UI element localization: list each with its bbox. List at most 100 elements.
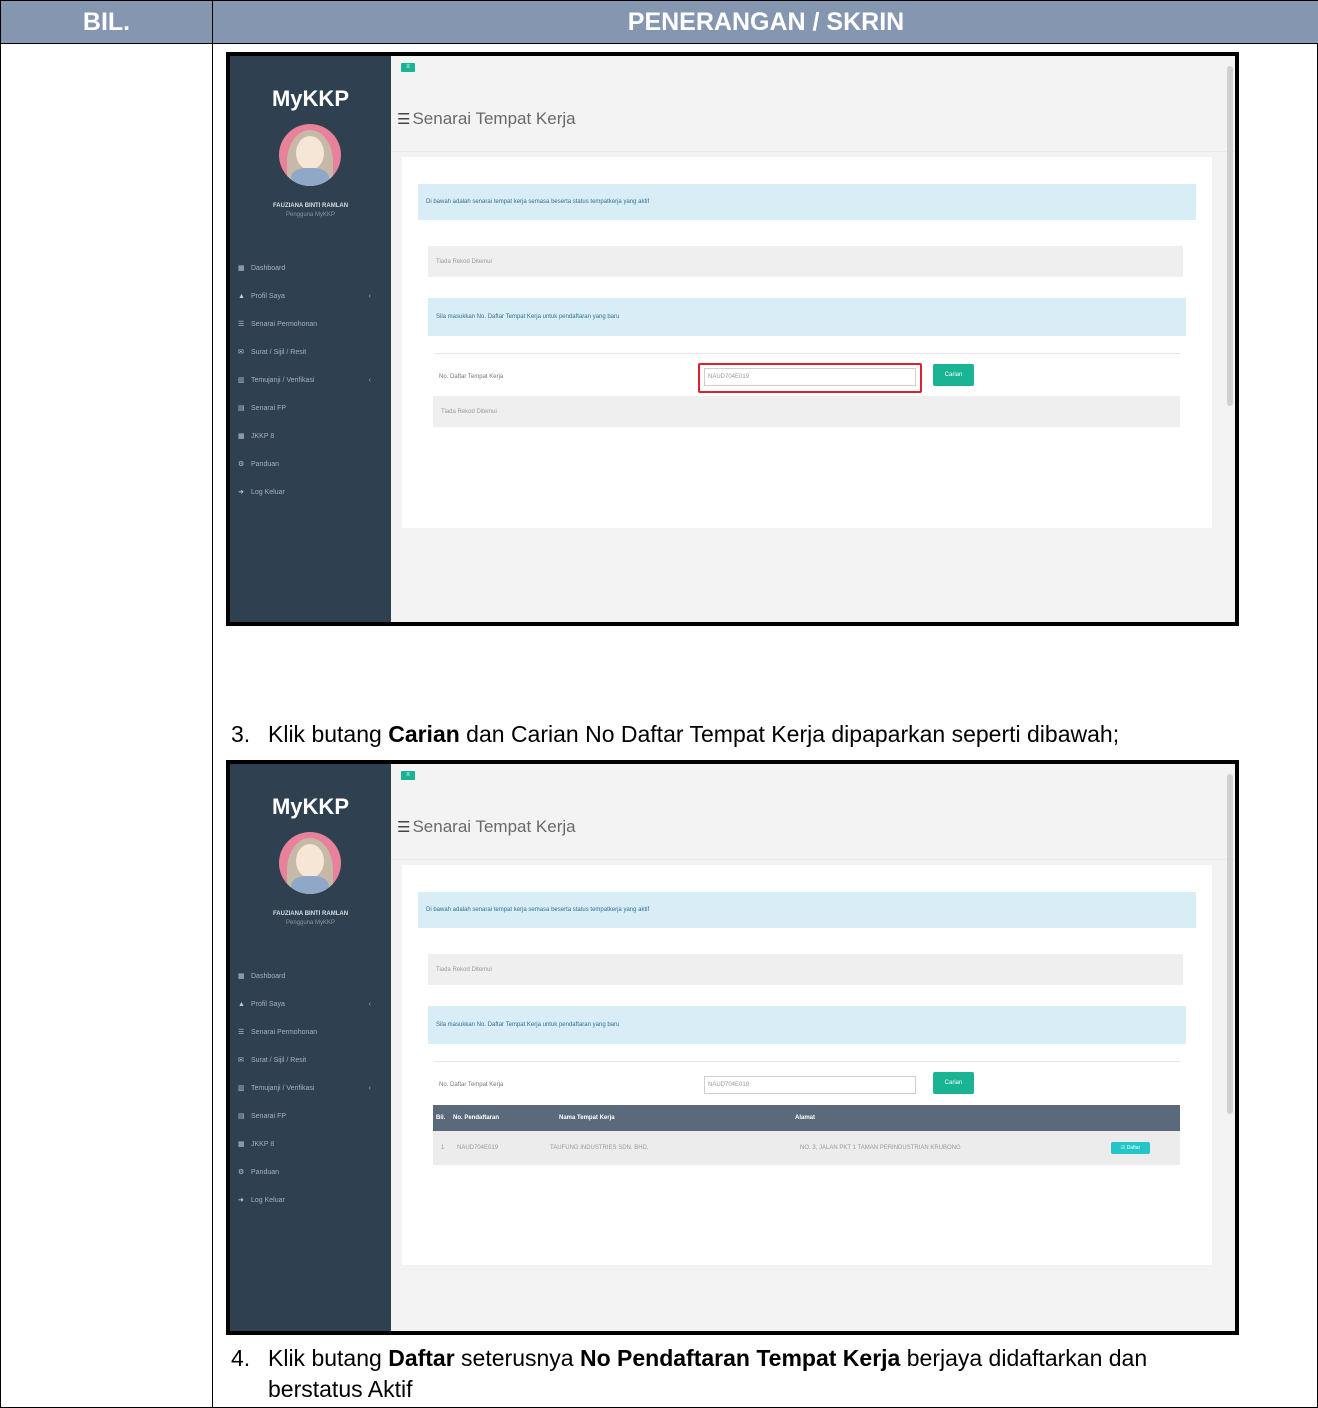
sidebar-item-jkkp8[interactable]: ▦ JKKP 8 <box>230 422 391 450</box>
sidebar-item-fp[interactable]: ▤ Senarai FP <box>230 394 391 422</box>
sidebar-item-label: Panduan <box>251 1168 280 1176</box>
scrollbar[interactable] <box>1227 66 1233 406</box>
sidebar-item-label: Senarai FP <box>251 404 287 412</box>
avatar <box>279 832 341 894</box>
sidebar-item-dashboard[interactable]: ▦ Dashboard <box>230 962 391 990</box>
list-icon: ☰ <box>397 111 411 128</box>
sidebar-item-label: JKKP 8 <box>251 432 275 440</box>
sidebar-item-panduan[interactable]: ⚙ Panduan <box>230 1158 391 1186</box>
daftar-button[interactable]: ☑ Daftar <box>1111 1142 1150 1154</box>
sidebar-item-surat[interactable]: ✉ Surat / Sijil / Resit <box>230 338 391 366</box>
screenshot-search-form: MyKKP FAUZIANA BINTI RAMLAN Pengguna MyK… <box>226 52 1239 626</box>
envelope-icon: ✉ <box>238 349 244 356</box>
cell-alamat: NO. 3, JALAN PKT 1 TAMAN PERINDUSTRIAN K… <box>800 1145 961 1151</box>
column-header-bil: BIL. <box>1 1 213 44</box>
list-icon: ☰ <box>238 1029 245 1036</box>
sidebar-item-permohonan[interactable]: ☰ Senarai Permohonan <box>230 310 391 338</box>
sidebar-item-label: Surat / Sijil / Resit <box>251 1056 307 1064</box>
gear-icon: ⚙ <box>238 1169 245 1176</box>
sidebar-item-panduan[interactable]: ⚙ Panduan <box>230 450 391 478</box>
chevron-left-icon: ‹ <box>368 376 371 384</box>
sidebar-item-label: JKKP 8 <box>251 1140 275 1148</box>
calendar-icon: ▥ <box>238 377 245 384</box>
form-label: No. Daftar Tempat Kerja <box>439 1082 504 1088</box>
sidebar-item-dashboard[interactable]: ▦ Dashboard <box>230 254 391 282</box>
user-role: Pengguna MyKKP <box>285 212 336 218</box>
form-label: No. Daftar Tempat Kerja <box>439 374 504 380</box>
sidebar-item-label: Log Keluar <box>251 488 285 496</box>
sidebar-item-profil[interactable]: ▲ Profil Saya ‹ <box>230 282 391 310</box>
chevron-left-icon: ‹ <box>368 1000 371 1008</box>
sidebar-item-label: Senarai Permohonan <box>251 1028 318 1036</box>
sidebar-item-label: Dashboard <box>251 264 286 272</box>
sidebar-item-permohonan[interactable]: ☰ Senarai Permohonan <box>230 1018 391 1046</box>
table-header-bil: Bil. <box>436 1115 446 1121</box>
page-title: ☰ Senarai Tempat Kerja <box>397 817 576 836</box>
document-icon: ▤ <box>238 405 245 412</box>
sidebar-item-temujanji[interactable]: ▥ Temujanji / Verifikasi ‹ <box>230 1074 391 1102</box>
content-panel: Di bawah adalah senarai tempat kerja sem… <box>402 865 1212 1265</box>
sidebar-item-logout[interactable]: ➜ Log Keluar <box>230 478 391 506</box>
sidebar-item-label: Temujanji / Verifikasi <box>251 1084 315 1092</box>
table-icon: ▦ <box>238 433 245 440</box>
document-icon: ▤ <box>238 1113 245 1120</box>
step-3-text: 3. Klik butang Carian dan Carian No Dafta… <box>231 721 1120 747</box>
divider <box>435 1061 1180 1062</box>
title-divider <box>391 151 1235 152</box>
sidebar-item-jkkp8[interactable]: ▦ JKKP 8 <box>230 1130 391 1158</box>
sidebar-menu: ▦ Dashboard ▲ Profil Saya ‹ ☰ Senarai Permoh… <box>230 254 391 506</box>
sidebar-item-label: Senarai Permohonan <box>251 320 318 328</box>
prompt-alert: Sila masukkan No. Daftar Tempat Kerja un… <box>428 298 1186 336</box>
menu-toggle-button[interactable]: ≡ <box>401 63 415 72</box>
page-title: ☰ Senarai Tempat Kerja <box>397 109 576 128</box>
carian-button[interactable]: Carian <box>933 364 974 386</box>
sidebar-item-label: Profil Saya <box>251 1000 285 1008</box>
sidebar-item-fp[interactable]: ▤ Senarai FP <box>230 1102 391 1130</box>
sidebar-menu: ▦ Dashboard ▲ Profil Saya ‹ ☰ Senarai Permoh… <box>230 962 391 1214</box>
screenshot-search-results: MyKKP FAUZIANA BINTI RAMLAN Pengguna MyK… <box>226 760 1239 1335</box>
gear-icon: ⚙ <box>238 461 245 468</box>
info-alert: Di bawah adalah senarai tempat kerja sem… <box>418 892 1196 928</box>
user-name: FAUZIANA BINTI RAMLAN <box>272 203 349 209</box>
empty-records-notice: Tiada Rekod Ditemui <box>428 246 1183 277</box>
user-icon: ▲ <box>238 292 245 300</box>
sidebar: MyKKP FAUZIANA BINTI RAMLAN Pengguna MyK… <box>230 764 391 1331</box>
carian-button[interactable]: Carian <box>933 1072 974 1094</box>
list-icon: ☰ <box>238 321 245 328</box>
dashboard-icon: ▦ <box>238 973 245 980</box>
scrollbar[interactable] <box>1227 774 1233 1114</box>
sidebar-item-label: Log Keluar <box>251 1196 285 1204</box>
sidebar-item-profil[interactable]: ▲ Profil Saya ‹ <box>230 990 391 1018</box>
cell-no: NAUD704E019 <box>457 1145 499 1151</box>
list-icon: ☰ <box>397 819 411 836</box>
step-4-text-continued: berstatus Aktif <box>268 1376 413 1402</box>
table-row: 1 NAUD704E019 TAUFUNG INDUSTRIES SDN. BH… <box>433 1131 1180 1165</box>
column-header-penerangan: PENERANGAN / SKRIN <box>213 1 1318 44</box>
sidebar-item-surat[interactable]: ✉ Surat / Sijil / Resit <box>230 1046 391 1074</box>
sidebar: MyKKP FAUZIANA BINTI RAMLAN Pengguna MyK… <box>230 56 391 622</box>
envelope-icon: ✉ <box>238 1057 244 1064</box>
brand-logo: MyKKP <box>271 794 349 819</box>
info-alert: Di bawah adalah senarai tempat kerja sem… <box>418 184 1196 220</box>
cell-bil: 1 <box>441 1145 445 1151</box>
menu-toggle-button[interactable]: ≡ <box>401 771 415 780</box>
sidebar-item-label: Profil Saya <box>251 292 285 300</box>
sidebar-item-logout[interactable]: ➜ Log Keluar <box>230 1186 391 1214</box>
sidebar-item-label: Surat / Sijil / Resit <box>251 348 307 356</box>
divider <box>435 353 1180 354</box>
chevron-left-icon: ‹ <box>368 1084 371 1092</box>
column-divider <box>212 44 213 1408</box>
empty-records-notice: Tiada Rekod Ditemui <box>428 954 1183 985</box>
title-divider <box>391 859 1235 860</box>
sidebar-item-label: Senarai FP <box>251 1112 287 1120</box>
sidebar-item-temujanji[interactable]: ▥ Temujanji / Verifikasi ‹ <box>230 366 391 394</box>
content-panel: Di bawah adalah senarai tempat kerja sem… <box>402 157 1212 528</box>
calendar-icon: ▥ <box>238 1085 245 1092</box>
step-4-text: 4. Klik butang Daftar seterusnya No Penda… <box>231 1345 1148 1371</box>
table-icon: ▦ <box>238 1141 245 1148</box>
registration-number-input[interactable]: NAUD704E019 <box>704 1076 916 1094</box>
logout-icon: ➜ <box>238 1197 244 1204</box>
brand-logo: MyKKP <box>271 86 349 111</box>
table-header-no: No. Pendaftaran <box>453 1115 500 1121</box>
sidebar-item-label: Temujanji / Verifikasi <box>251 376 315 384</box>
